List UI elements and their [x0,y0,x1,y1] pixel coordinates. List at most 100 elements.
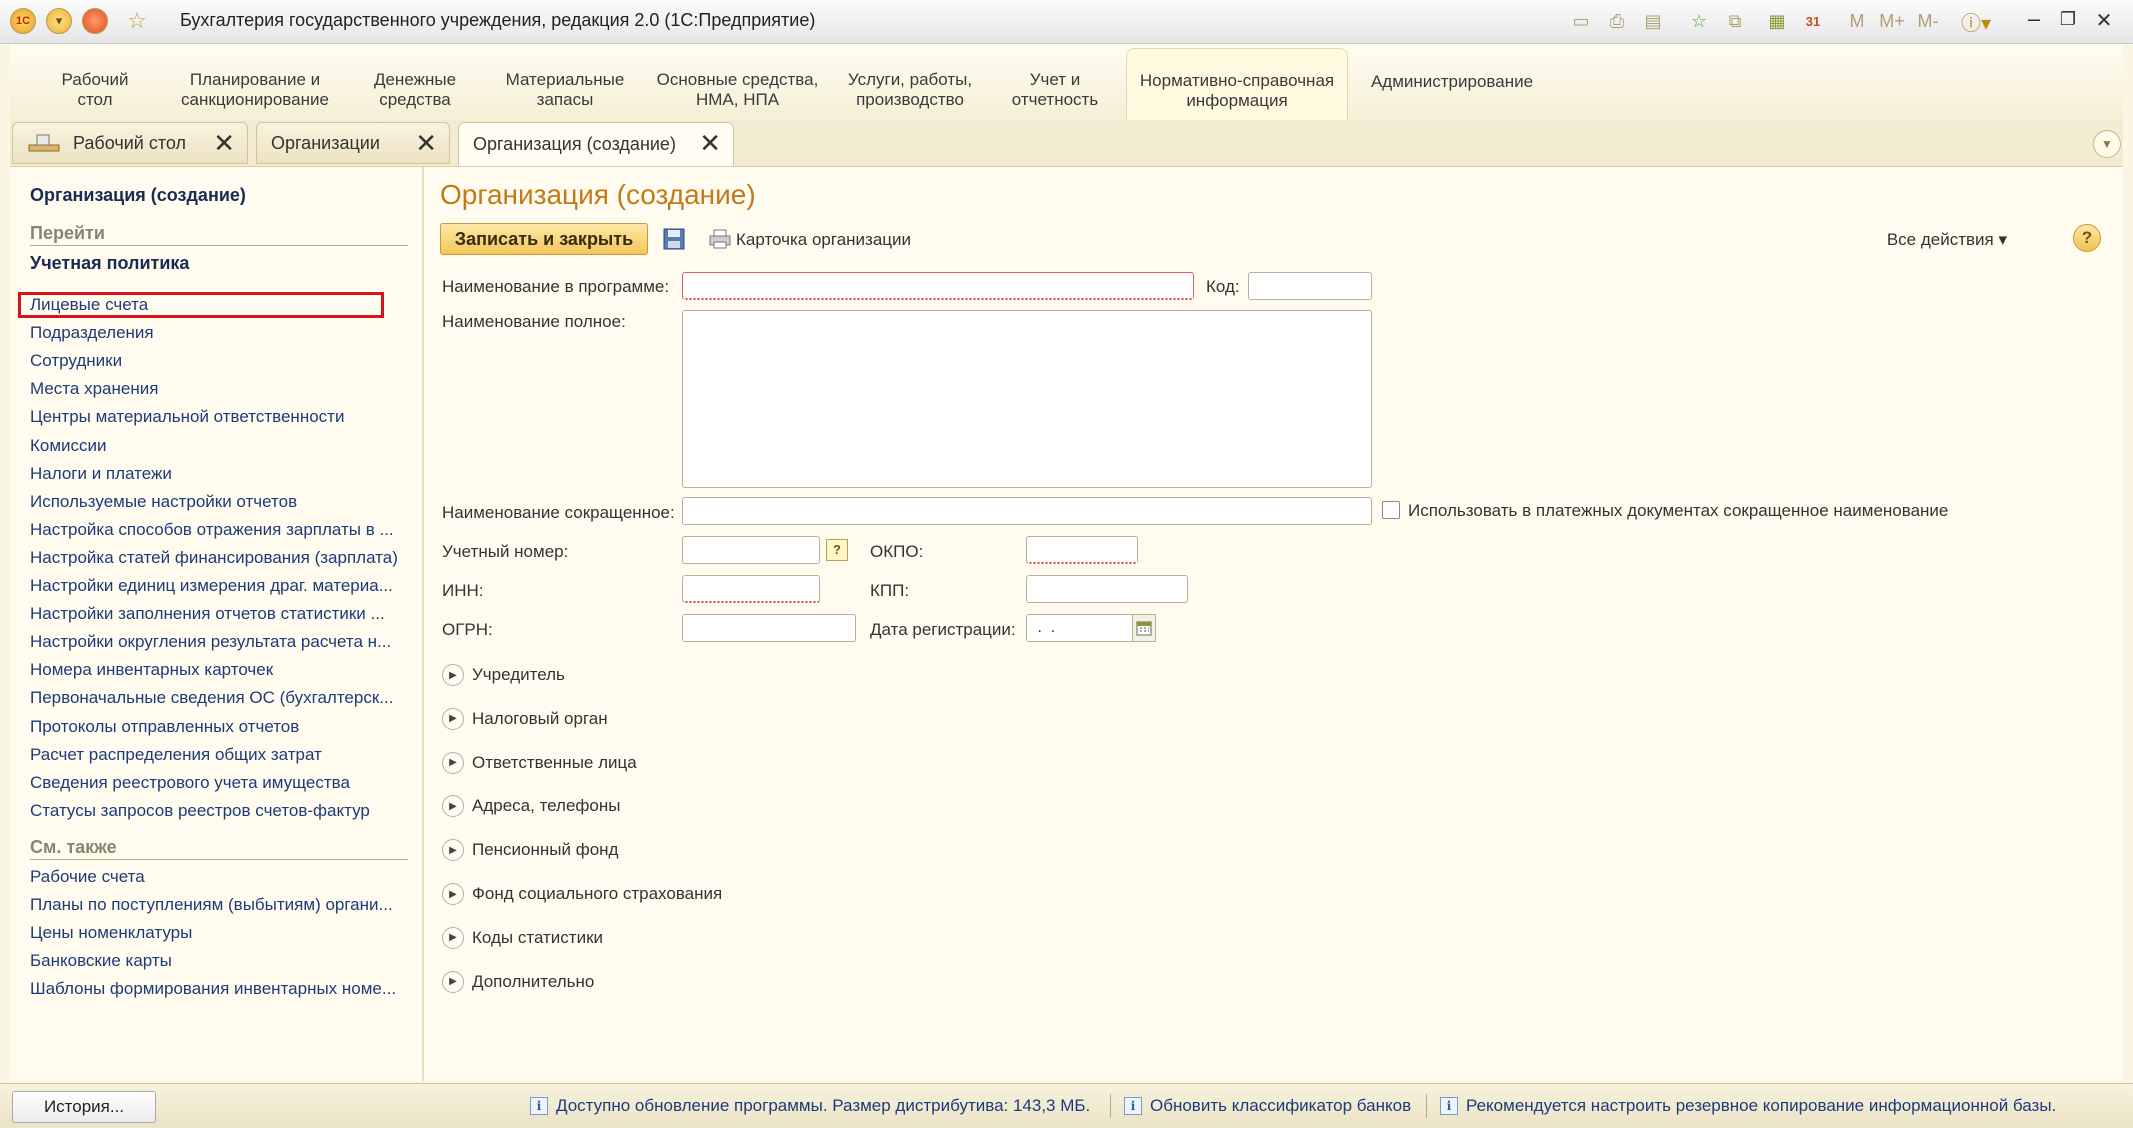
collapsible-group[interactable]: ▶ Дополнительно [442,970,594,993]
close-window-button[interactable]: ✕ [2090,8,2118,33]
expand-arrow-icon[interactable]: ▶ [442,970,464,993]
name-program-input[interactable] [682,272,1194,300]
collapsible-group[interactable]: ▶ Налоговый орган [442,707,608,730]
preview-icon[interactable]: ▤ [1640,9,1666,33]
kpp-input[interactable] [1026,575,1188,603]
collapse-panel-button[interactable]: ▼ [2093,130,2121,158]
minimize-button[interactable]: – [2020,6,2048,32]
nav-link-accounting-policy[interactable]: Учетная политика [30,253,189,274]
expand-arrow-icon[interactable]: ▶ [442,751,464,774]
section-administration[interactable]: Администрирование [1362,72,1542,92]
nav-link[interactable]: Первоначальные сведения ОС (бухгалтерск.… [30,688,410,708]
nav-link[interactable]: Сведения реестрового учета имущества [30,773,410,793]
nav-link[interactable]: Протоколы отправленных отчетов [30,717,410,737]
update-available-message[interactable]: i Доступно обновление программы. Размер … [530,1096,1090,1116]
nav-group-see-also: См. также [30,837,408,860]
collapsible-group[interactable]: ▶ Учредитель [442,664,565,686]
section-services[interactable]: Услуги, работы, производство [830,70,990,110]
section-cash[interactable]: Денежные средства [360,70,470,110]
home-icon[interactable] [82,8,108,34]
expand-arrow-icon[interactable]: ▶ [442,883,464,905]
nav-link[interactable]: Используемые настройки отчетов [30,492,410,512]
all-actions-menu[interactable]: Все действия ▾ [1887,230,2007,250]
add-favorite-icon[interactable]: ☆ [1686,9,1712,33]
nav-link[interactable]: Центры материальной ответственности [30,407,410,427]
close-tab-icon[interactable]: ✕ [415,130,437,156]
memory-m-icon[interactable]: M [1844,9,1870,33]
use-short-name-checkbox[interactable] [1382,501,1400,519]
save-icon[interactable] [662,227,686,251]
nav-link[interactable]: Настройка статей финансирования (зарплат… [30,548,410,568]
name-full-textarea[interactable] [682,310,1372,488]
tab-organization-create[interactable]: Организация (создание) ✕ [458,122,734,166]
calculator-icon[interactable]: ▦ [1764,9,1790,33]
section-desktop[interactable]: Рабочий стол [40,70,150,110]
nav-link[interactable]: Настройки единиц измерения драг. материа… [30,576,410,596]
memory-mminus-icon[interactable]: M- [1912,9,1944,33]
print-icon[interactable] [708,227,732,251]
tab-desktop[interactable]: Рабочий стол ✕ [12,122,248,164]
close-tab-icon[interactable]: ✕ [699,130,721,156]
reg-date-input[interactable] [1026,614,1134,642]
see-also-link[interactable]: Планы по поступлениям (выбытиям) органи.… [30,895,410,915]
section-reference-info[interactable]: Нормативно-справочная информация [1126,48,1348,120]
calendar-icon[interactable]: 31 [1800,9,1826,33]
app-logo-icon[interactable]: 1С [10,8,36,34]
section-fixed-assets[interactable]: Основные средства, НМА, НПА [645,70,830,110]
expand-arrow-icon[interactable]: ▶ [442,795,464,818]
help-button[interactable]: ? [2073,224,2101,252]
name-short-input[interactable] [682,497,1372,525]
nav-link[interactable]: Номера инвентарных карточек [30,660,410,680]
nav-link[interactable]: Подразделения [30,323,410,343]
link-icon[interactable]: ⧉ [1722,9,1748,33]
collapsible-group[interactable]: ▶ Фонд социального страхования [442,883,722,905]
code-input[interactable] [1248,272,1372,300]
see-also-link[interactable]: Рабочие счета [30,867,410,887]
nav-link[interactable]: Настройка способов отражения зарплаты в … [30,520,410,540]
ogrn-input[interactable] [682,614,856,642]
reg-number-input[interactable] [682,536,820,564]
see-also-link[interactable]: Банковские карты [30,951,410,971]
favorites-star-icon[interactable]: ☆ [124,8,150,33]
section-planning[interactable]: Планирование и санкционирование [170,70,340,110]
history-button[interactable]: История... [12,1091,156,1123]
print-icon[interactable]: ⎙ [1604,9,1630,33]
section-accounting-reports[interactable]: Учет и отчетность [1000,70,1110,110]
reg-number-help-icon[interactable]: ? [826,539,848,561]
collapsible-group[interactable]: ▶ Пенсионный фонд [442,839,618,862]
main-menu-icon[interactable]: ▾ [46,8,72,34]
expand-arrow-icon[interactable]: ▶ [442,707,464,730]
collapsible-group[interactable]: ▶ Ответственные лица [442,751,637,774]
expand-arrow-icon[interactable]: ▶ [442,926,464,949]
memory-mplus-icon[interactable]: M+ [1876,9,1908,33]
collapsible-group[interactable]: ▶ Адреса, телефоны [442,795,620,818]
expand-arrow-icon[interactable]: ▶ [442,664,464,686]
kpp-label: КПП: [870,581,910,600]
section-materials[interactable]: Материальные запасы [490,70,640,110]
calendar-picker-icon[interactable] [1132,614,1156,642]
nav-link[interactable]: Лицевые счета [30,295,410,315]
inn-input[interactable] [682,575,820,603]
close-tab-icon[interactable]: ✕ [213,130,235,156]
nav-link[interactable]: Статусы запросов реестров счетов-фактур [30,801,410,821]
nav-link[interactable]: Настройки округления результата расчета … [30,632,410,652]
update-bank-classifier-link[interactable]: i Обновить классификатор банков [1124,1096,1411,1116]
expand-arrow-icon[interactable]: ▶ [442,839,464,862]
nav-link[interactable]: Комиссии [30,436,410,456]
save-doc-icon[interactable]: ▭ [1568,9,1594,33]
nav-link[interactable]: Сотрудники [30,351,410,371]
info-icon[interactable]: ⓘ▾ [1958,9,1994,35]
tab-organizations[interactable]: Организации ✕ [256,122,450,164]
nav-link[interactable]: Расчет распределения общих затрат [30,745,410,765]
okpo-input[interactable] [1026,536,1138,564]
nav-link[interactable]: Настройки заполнения отчетов статистики … [30,604,410,624]
save-and-close-button[interactable]: Записать и закрыть [440,223,648,255]
collapsible-group[interactable]: ▶ Коды статистики [442,926,603,949]
backup-recommendation-link[interactable]: i Рекомендуется настроить резервное копи… [1440,1096,2056,1116]
see-also-link[interactable]: Цены номенклатуры [30,923,410,943]
nav-link[interactable]: Налоги и платежи [30,464,410,484]
nav-link[interactable]: Места хранения [30,379,410,399]
see-also-link[interactable]: Шаблоны формирования инвентарных номе... [30,979,410,999]
restore-button[interactable]: ❐ [2054,9,2082,30]
org-card-button[interactable]: Карточка организации [736,230,911,250]
